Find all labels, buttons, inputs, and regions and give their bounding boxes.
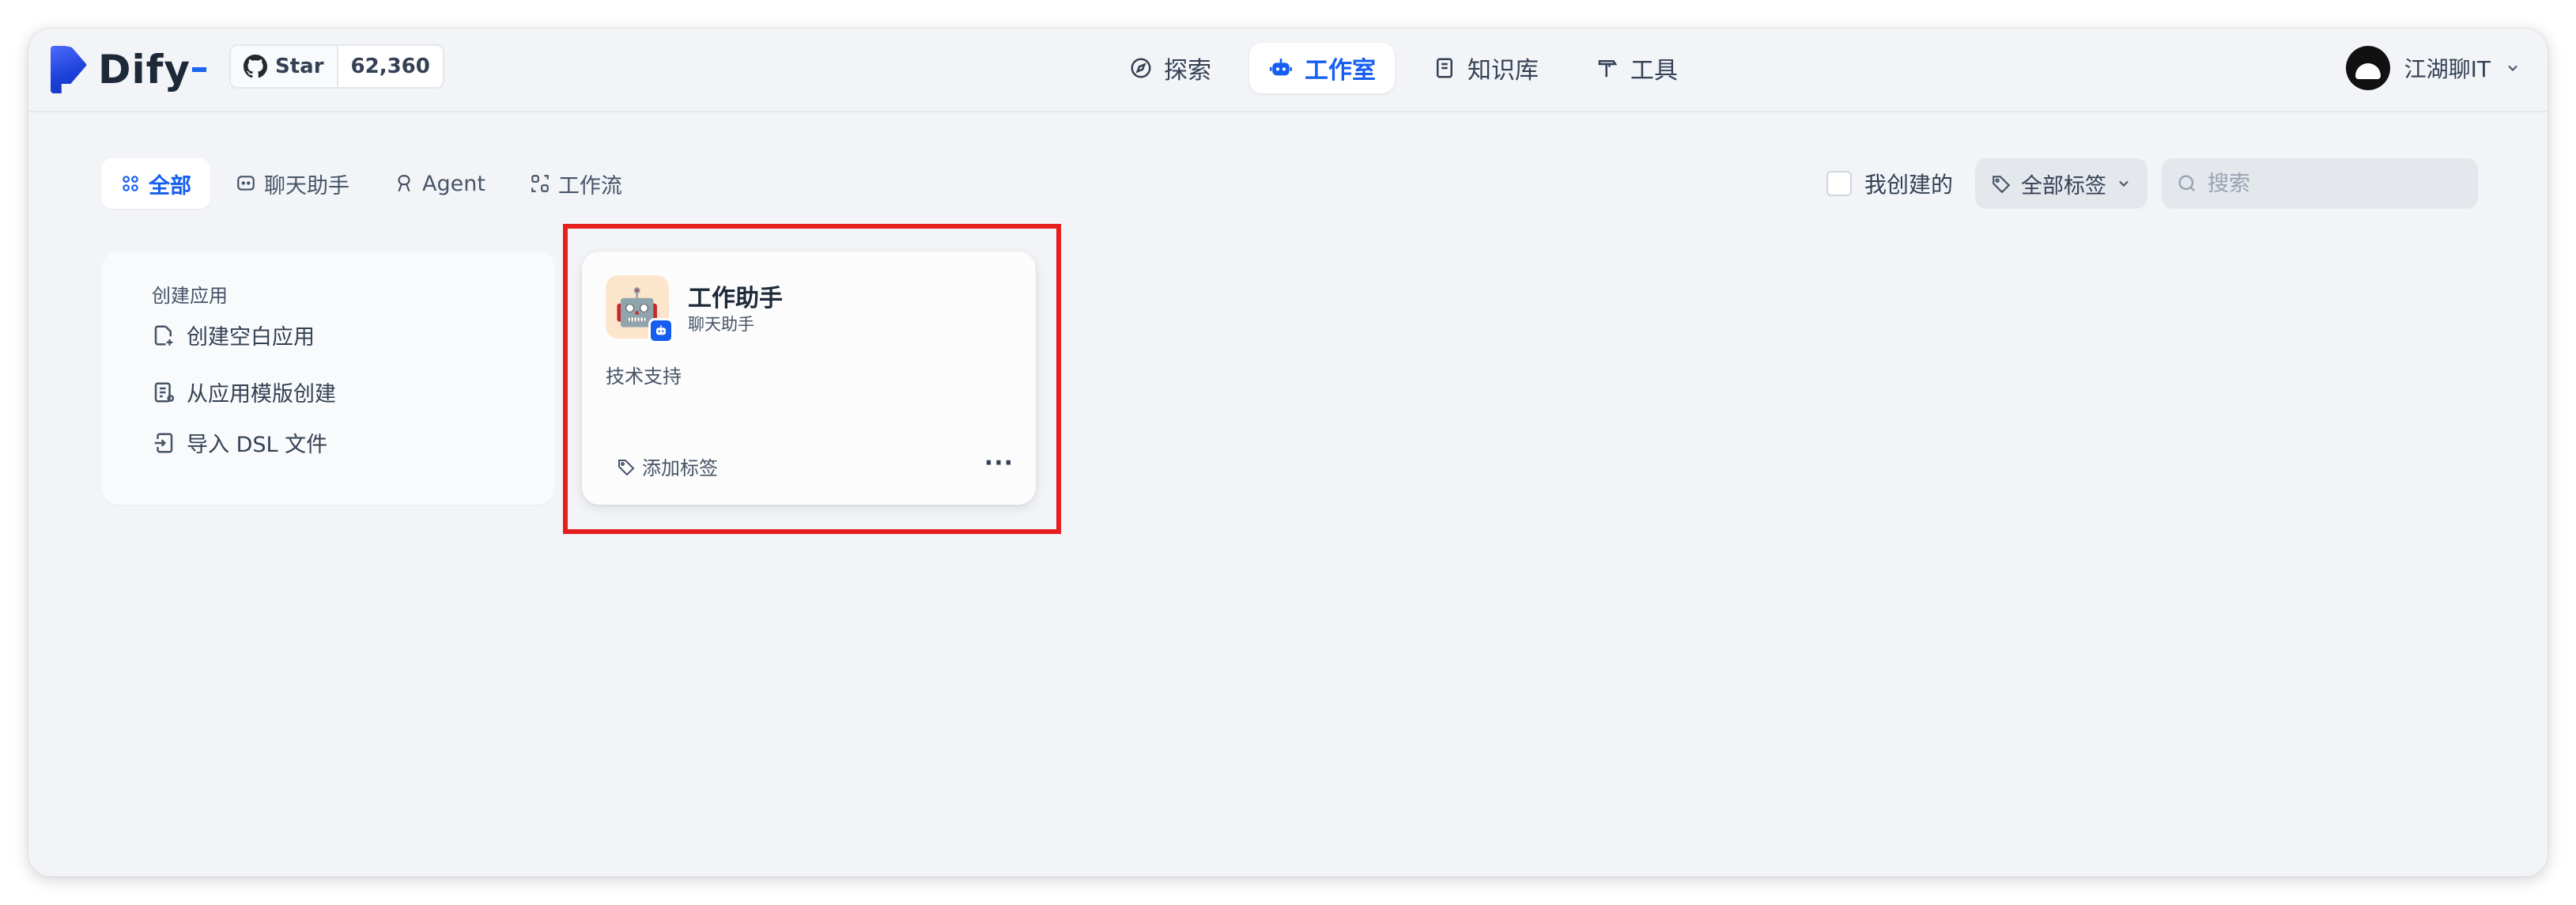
tag-filter-label: 全部标签: [2021, 173, 2106, 199]
tab-workflow-label: 工作流: [557, 173, 622, 199]
github-star-count: 62,360: [350, 55, 430, 78]
create-app-title: 创建应用: [152, 285, 228, 307]
chat-icon: [236, 173, 256, 194]
nav-explore[interactable]: 探索: [1110, 43, 1230, 93]
app-window: Dify Star 62,360 探索 工作室 知识库 工具 江湖聊IT 全部 …: [28, 28, 2548, 877]
my-created-checkbox[interactable]: [1826, 171, 1852, 196]
create-blank-app-label: 创建空白应用: [187, 325, 315, 350]
search-icon: [2176, 172, 2198, 195]
import-dsl-button[interactable]: 导入 DSL 文件: [152, 427, 327, 458]
nav-knowledge-label: 知识库: [1467, 57, 1539, 85]
create-blank-app-button[interactable]: 创建空白应用: [152, 320, 315, 350]
import-icon: [152, 431, 176, 455]
compass-icon: [1129, 56, 1153, 80]
tag-filter-dropdown[interactable]: 全部标签: [1975, 158, 2147, 209]
github-icon: [244, 55, 267, 78]
user-menu[interactable]: 江湖聊IT: [2345, 43, 2521, 93]
filters-bar: 我创建的 全部标签: [1826, 158, 2478, 209]
my-created-label: 我创建的: [1864, 172, 1953, 198]
app-type-tabs: 全部 聊天助手 Agent 工作流: [101, 158, 641, 209]
create-app-card: 创建应用 创建空白应用 从应用模版创建 导入 DSL 文件: [101, 252, 555, 505]
main-nav: 探索 工作室 知识库 工具: [1110, 43, 1697, 93]
tab-workflow[interactable]: 工作流: [511, 158, 641, 209]
tab-all-label: 全部: [149, 173, 191, 199]
hammer-icon: [1596, 56, 1619, 80]
github-star-left: Star: [231, 46, 338, 87]
tab-all[interactable]: 全部: [101, 158, 210, 209]
new-file-icon: [152, 324, 176, 347]
logo-text: Dify: [98, 47, 191, 93]
github-star-label: Star: [275, 55, 324, 78]
nav-studio[interactable]: 工作室: [1249, 43, 1395, 93]
book-icon: [1433, 56, 1456, 80]
highlight-box: [563, 224, 1061, 534]
github-star-button[interactable]: Star 62,360: [229, 44, 444, 89]
tab-agent[interactable]: Agent: [375, 158, 504, 209]
tab-chat-assistant[interactable]: 聊天助手: [217, 158, 368, 209]
avatar: [2345, 46, 2390, 90]
search-box[interactable]: [2162, 158, 2478, 209]
tab-chat-label: 聊天助手: [264, 173, 349, 199]
logo-cursor: [192, 67, 206, 72]
nav-tools[interactable]: 工具: [1577, 43, 1697, 93]
robot-icon: [1268, 55, 1294, 81]
grid-icon: [120, 173, 141, 194]
dify-logo-mark: [51, 46, 87, 93]
dify-logo[interactable]: Dify: [51, 44, 206, 95]
tab-agent-label: Agent: [422, 171, 485, 196]
my-created-filter[interactable]: 我创建的: [1826, 168, 1953, 199]
chevron-down-icon: [2505, 60, 2521, 76]
nav-tools-label: 工具: [1630, 57, 1678, 85]
chevron-down-icon: [2116, 176, 2132, 191]
search-input[interactable]: [2208, 171, 2461, 196]
nav-studio-label: 工作室: [1305, 57, 1376, 85]
create-from-template-button[interactable]: 从应用模版创建: [152, 377, 336, 407]
tag-icon: [1991, 173, 2011, 194]
user-name: 江湖聊IT: [2404, 56, 2491, 82]
create-from-template-label: 从应用模版创建: [187, 382, 336, 407]
nav-knowledge[interactable]: 知识库: [1414, 43, 1558, 93]
nav-explore-label: 探索: [1164, 57, 1211, 85]
import-dsl-label: 导入 DSL 文件: [187, 433, 328, 457]
agent-icon: [394, 173, 414, 194]
template-icon: [152, 381, 176, 404]
workflow-icon: [530, 173, 550, 194]
top-header: Dify Star 62,360 探索 工作室 知识库 工具 江湖聊IT: [28, 28, 2548, 112]
